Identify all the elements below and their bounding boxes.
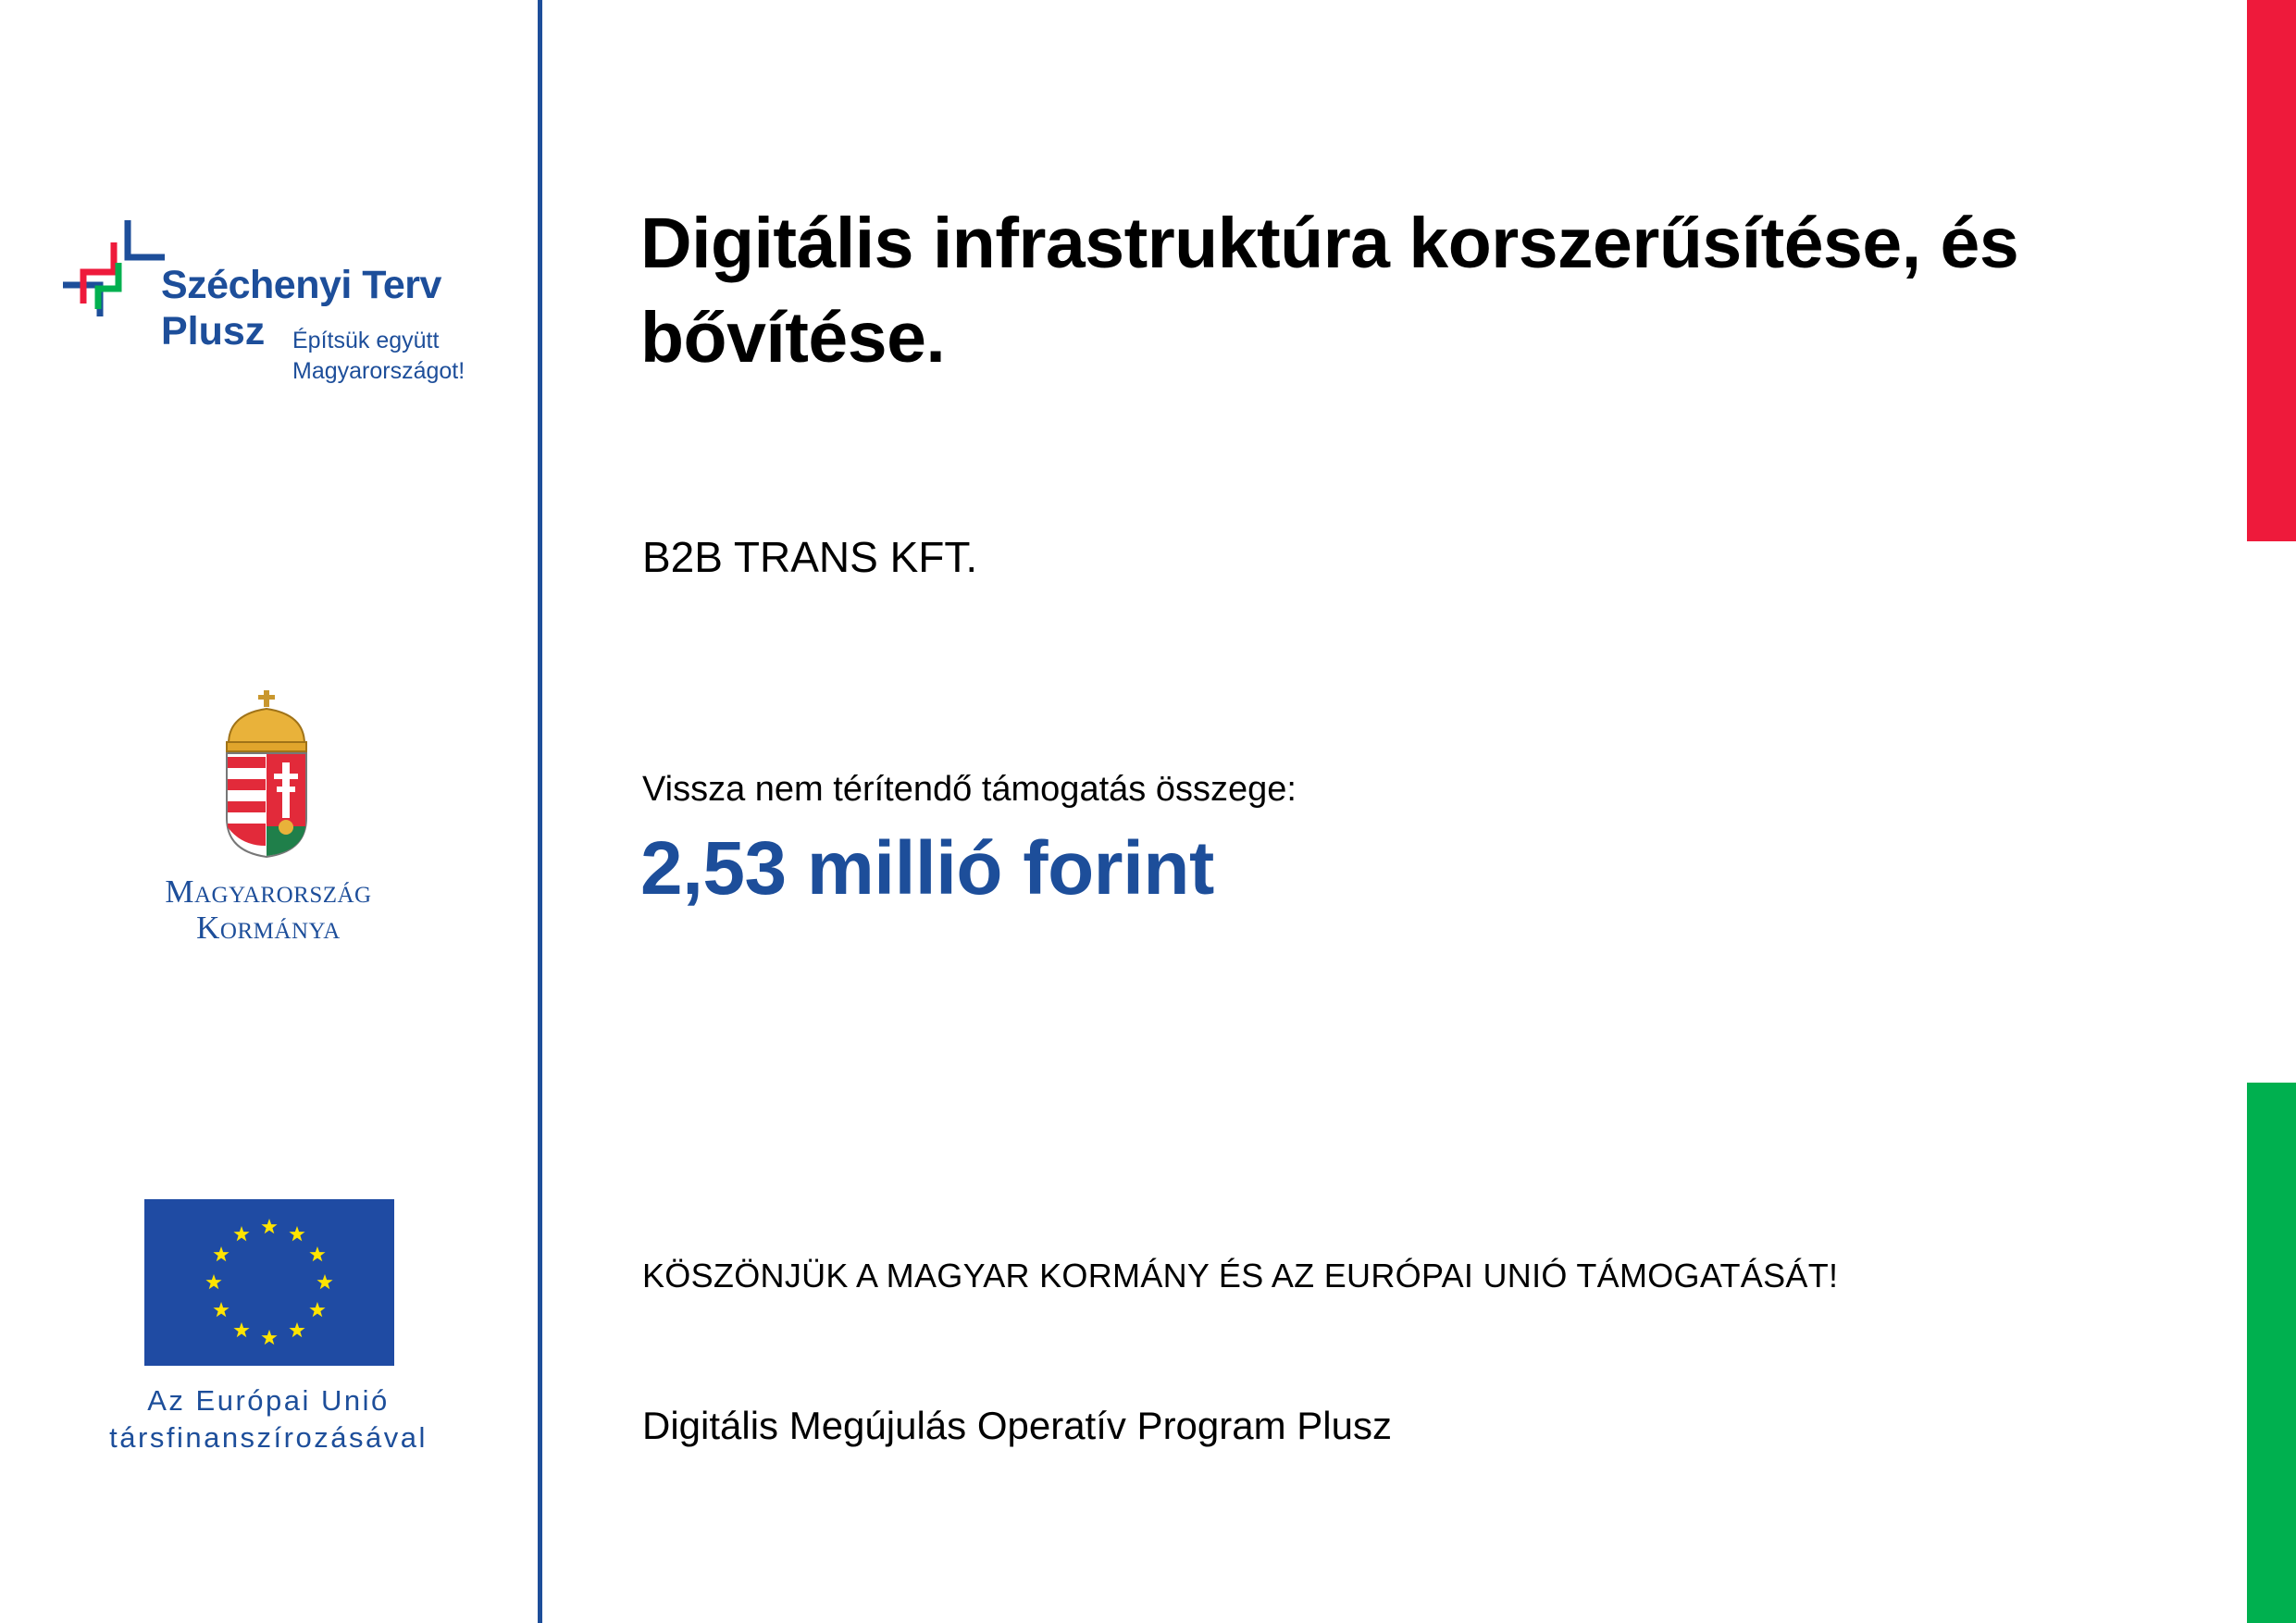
- support-amount-label: Vissza nem térítendő támogatás összege:: [642, 770, 1297, 809]
- eu-cofinancing-label: Az Európai Unió társfinanszírozásával: [56, 1382, 481, 1456]
- support-amount: 2,53 millió forint: [640, 826, 1214, 911]
- flag-red-stripe: [2247, 0, 2296, 541]
- government-line-2: Kormánya: [196, 910, 341, 946]
- program-name: Digitális Megújulás Operatív Program Plu…: [642, 1404, 1392, 1447]
- szechenyi-slogan: Építsük együtt Magyarországot!: [292, 328, 465, 384]
- project-title: Digitális infrastruktúra korszerűsítése,…: [640, 204, 2019, 378]
- szechenyi-plusz: Plusz: [161, 309, 266, 353]
- hungarian-coat-of-arms-icon: [226, 690, 307, 859]
- vertical-divider: [538, 0, 542, 1623]
- flag-green-stripe: [2247, 1083, 2296, 1623]
- szechenyi-title: Széchenyi Terv: [161, 263, 441, 307]
- eu-flag-icon: [144, 1199, 394, 1366]
- thanks-text: KÖSZÖNJÜK A MAGYAR KORMÁNY ÉS AZ EURÓPAI…: [642, 1257, 1839, 1295]
- government-label: Magyarország Kormánya: [93, 873, 444, 946]
- beneficiary-name: B2B TRANS KFT.: [642, 533, 978, 581]
- eu-line-1: Az Európai Unió: [147, 1384, 390, 1417]
- szechenyi-cross-icon: [63, 220, 165, 316]
- eu-line-2: társfinanszírozásával: [109, 1421, 428, 1454]
- szechenyi-terv-logo: Széchenyi Terv Plusz Építsük együtt Magy…: [63, 217, 498, 392]
- government-line-1: Magyarország: [165, 873, 372, 910]
